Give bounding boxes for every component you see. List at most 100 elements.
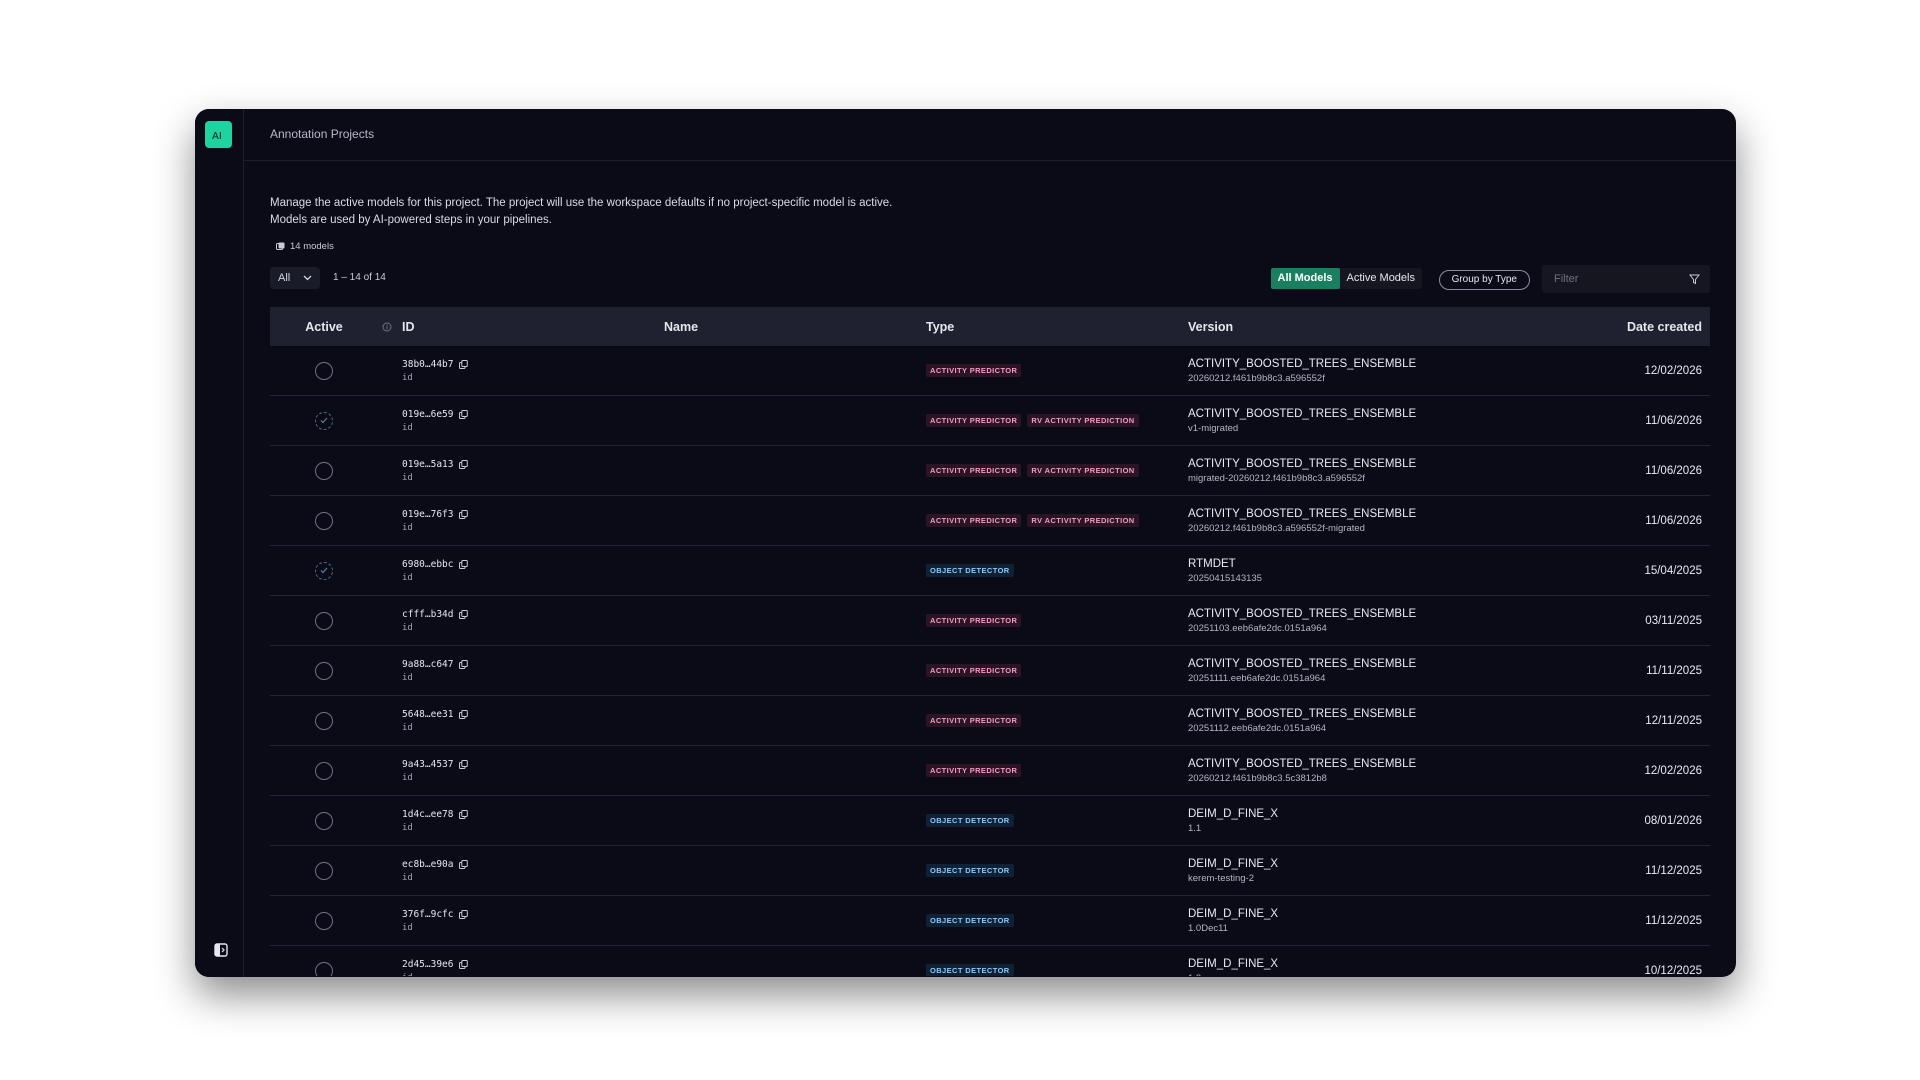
model-stack-icon	[276, 242, 285, 250]
table-row[interactable]: 2d45…39e6 id OBJECT DETECTOR DEIM_D_FINE…	[270, 946, 1710, 976]
table-row[interactable]: 9a88…c647 id ACTIVITY PREDICTOR ACTIVITY…	[270, 646, 1710, 696]
active-cell	[270, 411, 378, 430]
copy-icon[interactable]	[459, 359, 469, 369]
type-cell: ACTIVITY PREDICTOR	[926, 363, 1188, 378]
active-cell	[270, 611, 378, 630]
all-models-tab[interactable]: All Models	[1270, 268, 1340, 289]
active-radio[interactable]	[315, 861, 333, 880]
version-tag: 20251103.eeb6afe2dc.0151a964	[1188, 622, 1327, 634]
version-name: ACTIVITY_BOOSTED_TREES_ENSEMBLE	[1188, 457, 1417, 470]
id-cell: cfff…b34d id	[396, 609, 664, 633]
copy-icon[interactable]	[459, 459, 469, 469]
date-created: 12/02/2026	[1644, 764, 1702, 777]
active-radio[interactable]	[315, 761, 333, 780]
copy-icon[interactable]	[459, 509, 469, 519]
type-cell: ACTIVITY PREDICTOR RV ACTIVITY PREDICTION	[926, 463, 1188, 478]
active-cell	[270, 961, 378, 976]
active-radio[interactable]	[315, 811, 333, 830]
copy-icon[interactable]	[459, 759, 469, 769]
copy-icon[interactable]	[459, 709, 469, 719]
table-row[interactable]: ec8b…e90a id OBJECT DETECTOR DEIM_D_FINE…	[270, 846, 1710, 896]
active-radio[interactable]	[315, 911, 333, 930]
date-created: 11/06/2026	[1645, 514, 1702, 527]
version-name: DEIM_D_FINE_X	[1188, 957, 1279, 970]
version-name: ACTIVITY_BOOSTED_TREES_ENSEMBLE	[1188, 757, 1417, 770]
active-radio[interactable]	[315, 961, 333, 976]
copy-icon[interactable]	[459, 559, 469, 569]
table-row[interactable]: 6980…ebbc id OBJECT DETECTOR RTMDET 2025…	[270, 546, 1710, 596]
table-row[interactable]: 38b0…44b7 id ACTIVITY PREDICTOR ACTIVITY…	[270, 346, 1710, 396]
version-cell: ACTIVITY_BOOSTED_TREES_ENSEMBLE 20260212…	[1188, 758, 1562, 784]
type-cell: OBJECT DETECTOR	[926, 563, 1188, 578]
scope-select[interactable]: All	[270, 267, 320, 289]
table-row[interactable]: 019e…76f3 id ACTIVITY PREDICTOR RV ACTIVI…	[270, 496, 1710, 546]
breadcrumb[interactable]: Annotation Projects	[270, 127, 374, 141]
version-tag: migrated-20260212.f461b9b8c3.a596552f	[1188, 472, 1365, 484]
copy-icon[interactable]	[459, 959, 469, 969]
type-badge: RV ACTIVITY PREDICTION	[1027, 513, 1139, 528]
filter-input[interactable]	[1552, 272, 1676, 286]
version-tag: 1.0Dec11	[1188, 922, 1228, 934]
id-subtext: id	[402, 973, 664, 977]
copy-icon[interactable]	[459, 659, 469, 669]
copy-icon[interactable]	[459, 609, 469, 619]
id-subtext: id	[402, 472, 413, 483]
check-icon	[320, 417, 328, 424]
active-cell	[270, 561, 378, 580]
models-table: Active ID Name Type Version Date created	[270, 307, 1710, 976]
version-tag: 20251111.eeb6afe2dc.0151a964	[1188, 672, 1326, 684]
table-body: 38b0…44b7 id ACTIVITY PREDICTOR ACTIVITY…	[270, 346, 1710, 976]
active-models-tab[interactable]: Active Models	[1340, 268, 1422, 289]
id-subtext: id	[402, 922, 413, 933]
table-row[interactable]: 376f…9cfc id OBJECT DETECTOR DEIM_D_FINE…	[270, 896, 1710, 946]
info-icon[interactable]	[378, 322, 396, 332]
active-radio-checked[interactable]	[315, 561, 333, 580]
filter-icon[interactable]	[1689, 274, 1700, 285]
version-tag: 20250415143135	[1188, 572, 1262, 584]
type-badge: ACTIVITY PREDICTOR	[926, 613, 1022, 628]
id-cell: 376f…9cfc id	[396, 909, 664, 933]
copy-icon[interactable]	[459, 409, 469, 419]
active-radio[interactable]	[315, 461, 333, 480]
column-active[interactable]: Active	[270, 320, 378, 334]
toolbar: All 1 – 14 of 14 All Models Active Model…	[270, 265, 1710, 293]
column-version[interactable]: Version	[1188, 320, 1562, 334]
active-radio[interactable]	[315, 711, 333, 730]
type-badge: ACTIVITY PREDICTOR	[926, 463, 1022, 478]
active-radio[interactable]	[315, 361, 333, 380]
table-row[interactable]: 019e…5a13 id ACTIVITY PREDICTOR RV ACTIVI…	[270, 446, 1710, 496]
column-name[interactable]: Name	[664, 320, 926, 334]
version-cell: ACTIVITY_BOOSTED_TREES_ENSEMBLE 20260212…	[1188, 358, 1562, 384]
id-subtext: id	[402, 772, 413, 783]
date-created: 10/12/2025	[1644, 964, 1702, 977]
copy-icon[interactable]	[459, 909, 469, 919]
active-radio[interactable]	[315, 511, 333, 530]
id-cell: 6980…ebbc id	[396, 559, 664, 583]
active-radio[interactable]	[315, 661, 333, 680]
active-radio-checked[interactable]	[315, 411, 333, 430]
active-radio[interactable]	[315, 611, 333, 630]
table-header: Active ID Name Type Version Date created	[270, 307, 1710, 346]
active-cell	[270, 511, 378, 530]
column-date-created[interactable]: Date created	[1562, 320, 1710, 334]
type-cell: OBJECT DETECTOR	[926, 813, 1188, 828]
group-by-type-button[interactable]: Group by Type	[1438, 270, 1530, 290]
copy-icon[interactable]	[459, 859, 469, 869]
table-row[interactable]: 5648…ee31 id ACTIVITY PREDICTOR ACTIVITY…	[270, 696, 1710, 746]
active-cell	[270, 861, 378, 880]
version-tag: kerem-testing-2	[1188, 872, 1254, 884]
version-cell: DEIM_D_FINE_X 1.2	[1188, 958, 1562, 977]
app-logo[interactable]: AI	[205, 121, 232, 148]
sidebar-toggle-icon[interactable]	[210, 939, 232, 961]
copy-icon[interactable]	[459, 809, 469, 819]
table-row[interactable]: 1d4c…ee78 id OBJECT DETECTOR DEIM_D_FINE…	[270, 796, 1710, 846]
version-cell: ACTIVITY_BOOSTED_TREES_ENSEMBLE 20251103…	[1188, 608, 1562, 634]
column-type[interactable]: Type	[926, 320, 1188, 334]
table-row[interactable]: cfff…b34d id ACTIVITY PREDICTOR ACTIVITY…	[270, 596, 1710, 646]
type-badge: ACTIVITY PREDICTOR	[926, 763, 1022, 778]
pagination-text: 1 – 14 of 14	[333, 272, 386, 283]
table-row[interactable]: 019e…6e59 id ACTIVITY PREDICTOR RV ACTIVI…	[270, 396, 1710, 446]
active-cell	[270, 461, 378, 480]
table-row[interactable]: 9a43…4537 id ACTIVITY PREDICTOR ACTIVITY…	[270, 746, 1710, 796]
column-id[interactable]: ID	[396, 320, 664, 334]
